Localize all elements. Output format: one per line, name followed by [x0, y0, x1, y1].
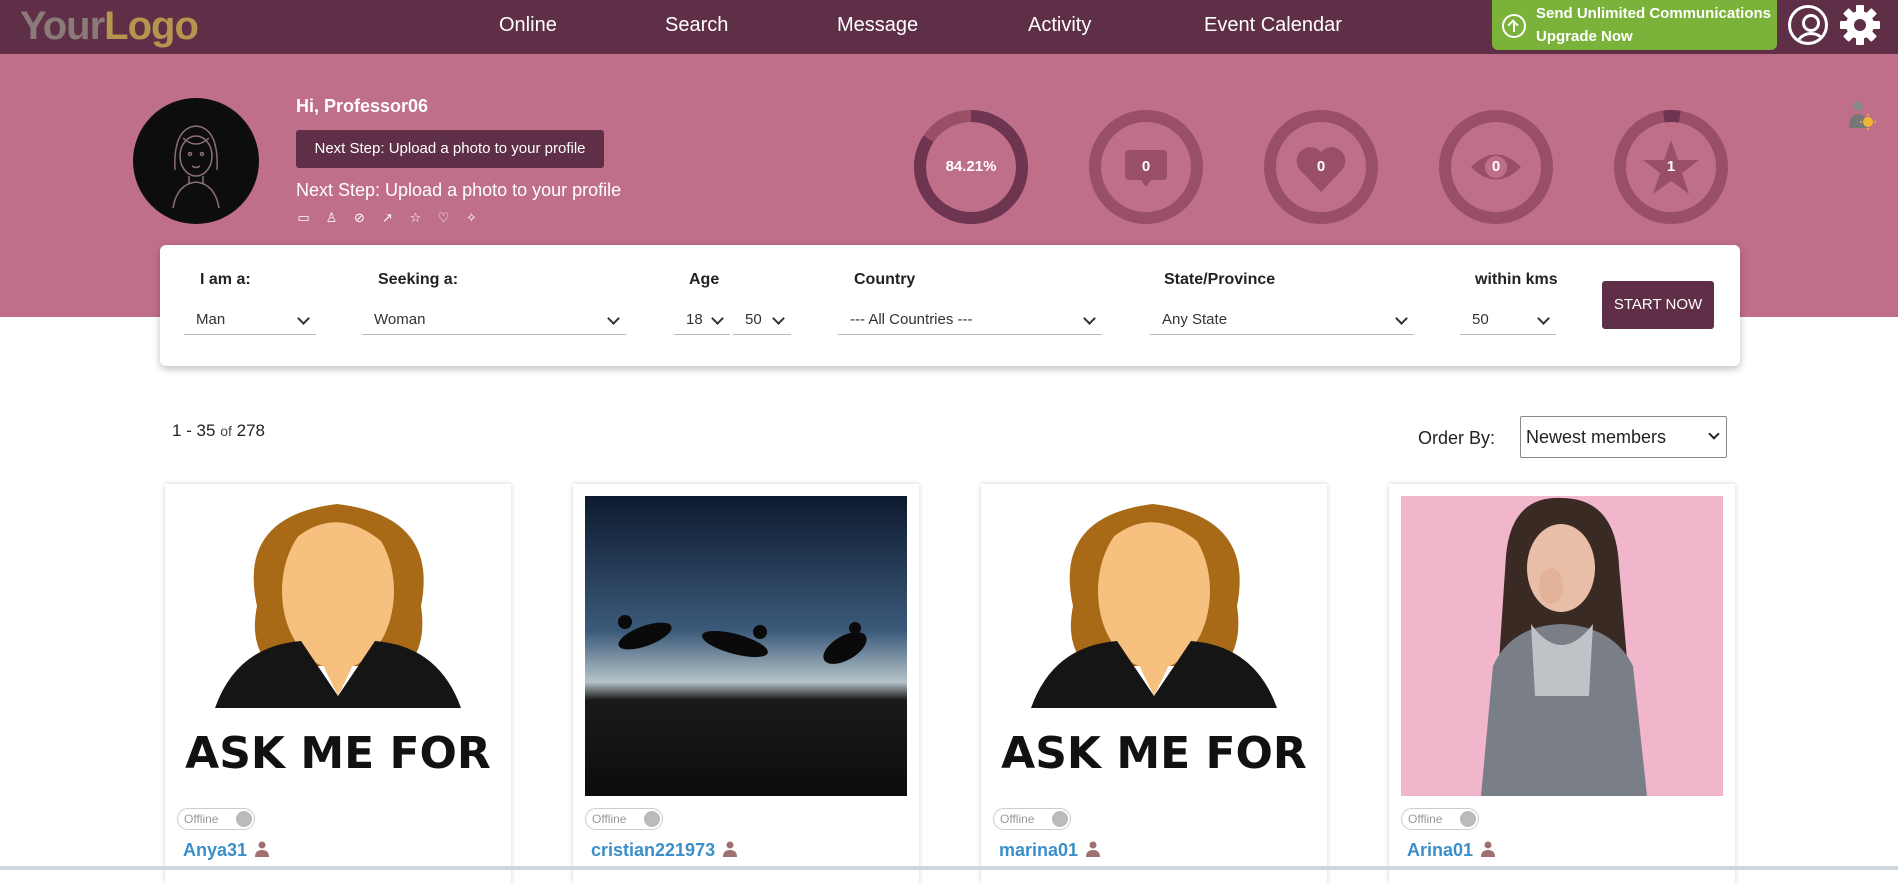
age-to-select[interactable]: 50 — [733, 305, 791, 335]
likes-stat[interactable]: 0 — [1264, 110, 1378, 224]
profile-completion-stat[interactable]: 84.21% — [914, 110, 1028, 224]
seeking-label: Seeking a: — [378, 271, 459, 288]
country-label: Country — [854, 271, 916, 288]
window-bottom-edge — [0, 866, 1898, 870]
member-photo[interactable]: ASK ME FOR — [177, 496, 499, 796]
chevron-down-icon — [607, 312, 620, 325]
messages-stat[interactable]: 0 — [1089, 110, 1203, 224]
age-from-select[interactable]: 18 — [674, 305, 730, 335]
views-stat[interactable]: 0 — [1439, 110, 1553, 224]
nav-event-calendar[interactable]: Event Calendar — [1204, 14, 1342, 37]
member-photo[interactable] — [1401, 496, 1723, 796]
seeking-select[interactable]: Woman — [362, 305, 626, 335]
chevron-down-icon — [1708, 428, 1720, 440]
ask-me-placeholder-image: ASK ME FOR — [185, 504, 491, 779]
magic-wand-icon[interactable]: ✧ — [464, 210, 479, 225]
member-card[interactable]: ASK ME FOR Offline Anya31 — [165, 484, 511, 884]
chat-icon[interactable]: ▭ — [296, 210, 311, 225]
likes-count: 0 — [1316, 158, 1326, 175]
messages-count: 0 — [1141, 158, 1151, 175]
person-icon — [723, 841, 738, 857]
state-label: State/Province — [1164, 271, 1276, 288]
country-select[interactable]: --- All Countries --- — [838, 305, 1102, 335]
upgrade-line1: Send Unlimited Communications — [1536, 5, 1772, 22]
chevron-down-icon — [1083, 312, 1096, 325]
eye-slash-icon[interactable]: ⊘ — [352, 210, 367, 225]
top-navbar: YourLogo Online Search Message Activity … — [0, 0, 1898, 54]
age-label: Age — [689, 271, 720, 288]
svg-text:ASK ME FOR: ASK ME FOR — [185, 728, 491, 779]
thumbs-icon[interactable]: ♙ — [324, 210, 339, 225]
member-card[interactable]: ASK ME FOR Offline marina01 — [981, 484, 1327, 884]
person-icon — [1481, 841, 1496, 857]
woman-portrait-photo — [1401, 496, 1723, 796]
member-photo[interactable] — [585, 496, 907, 796]
member-photo[interactable]: ASK ME FOR — [993, 496, 1315, 796]
member-username[interactable]: marina01 — [999, 840, 1101, 861]
user-sun-icon[interactable] — [1846, 98, 1876, 132]
next-step-text: Next Step: Upload a photo to your profil… — [296, 180, 622, 200]
chevron-down-icon — [772, 312, 785, 325]
within-label: within kms — [1475, 271, 1558, 288]
nav-search[interactable]: Search — [665, 14, 728, 37]
favorites-stat[interactable]: 1 — [1614, 110, 1728, 224]
state-select[interactable]: Any State — [1150, 305, 1414, 335]
heart-icon[interactable]: ♡ — [436, 210, 451, 225]
member-username[interactable]: Arina01 — [1407, 840, 1496, 861]
nav-activity[interactable]: Activity — [1028, 14, 1091, 37]
chevron-down-icon — [711, 312, 724, 325]
chevron-down-icon — [1537, 312, 1550, 325]
member-username[interactable]: Anya31 — [183, 840, 270, 861]
account-icon[interactable] — [1788, 5, 1828, 45]
upgrade-line2: Upgrade Now — [1536, 28, 1633, 45]
member-username[interactable]: cristian221973 — [591, 840, 738, 861]
gear-icon[interactable] — [1838, 3, 1882, 47]
order-by-label: Order By: — [1418, 428, 1496, 448]
result-count: 1 - 35 of 278 — [172, 421, 266, 440]
favorites-count: 1 — [1666, 158, 1676, 175]
star-icon[interactable]: ☆ — [408, 210, 423, 225]
nav-message[interactable]: Message — [837, 14, 918, 37]
chevron-down-icon — [297, 312, 310, 325]
within-select[interactable]: 50 — [1460, 305, 1556, 335]
logo[interactable]: YourLogo — [20, 4, 199, 49]
order-by-select[interactable]: Newest members — [1520, 416, 1727, 458]
online-status-toggle[interactable]: Offline — [585, 808, 663, 830]
i-am-label: I am a: — [200, 271, 251, 288]
chart-line-icon[interactable]: ↗ — [380, 210, 395, 225]
arrow-up-circle-icon — [1502, 14, 1526, 38]
avatar-placeholder-icon — [172, 125, 220, 209]
start-now-button[interactable]: START NOW — [1602, 281, 1714, 329]
online-status-toggle[interactable]: Offline — [1401, 808, 1479, 830]
profile-quick-icons: ▭ ♙ ⊘ ↗ ☆ ♡ ✧ — [296, 210, 479, 225]
online-status-toggle[interactable]: Offline — [177, 808, 255, 830]
greeting: Hi, Professor06 — [296, 96, 429, 116]
upload-photo-button[interactable]: Next Step: Upload a photo to your profil… — [296, 130, 604, 168]
person-icon — [255, 841, 270, 857]
profile-completion-value: 84.21% — [945, 158, 997, 175]
ask-me-placeholder-image: ASK ME FOR — [1001, 504, 1307, 779]
jumping-silhouettes-photo — [585, 496, 907, 796]
nav-online[interactable]: Online — [499, 14, 557, 37]
avatar[interactable] — [133, 98, 259, 224]
chevron-down-icon — [1395, 312, 1408, 325]
online-status-toggle[interactable]: Offline — [993, 808, 1071, 830]
upgrade-button[interactable]: Send Unlimited Communications Upgrade No… — [1492, 0, 1777, 50]
search-panel: I am a: Man Seeking a: Woman Age 18 50 C… — [160, 245, 1740, 366]
svg-text:ASK ME FOR: ASK ME FOR — [1001, 728, 1307, 779]
person-icon — [1086, 841, 1101, 857]
i-am-select[interactable]: Man — [184, 305, 316, 335]
views-count: 0 — [1491, 158, 1501, 175]
member-card[interactable]: Offline Arina01 — [1389, 484, 1735, 884]
member-card[interactable]: Offline cristian221973 — [573, 484, 919, 884]
